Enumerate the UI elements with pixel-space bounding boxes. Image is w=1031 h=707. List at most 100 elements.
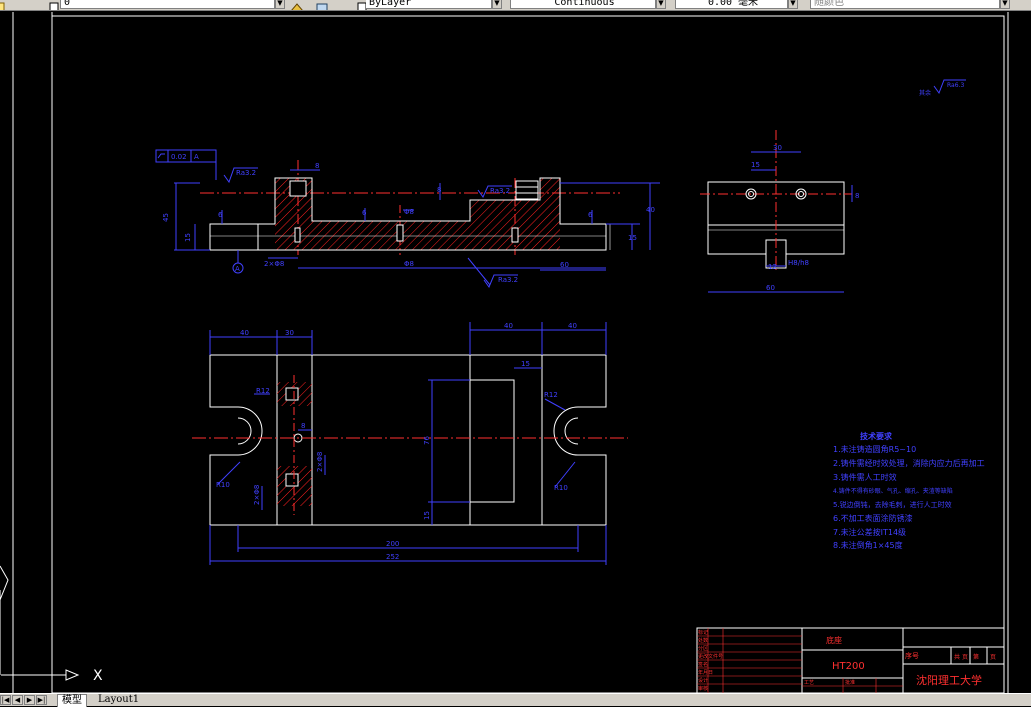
top-dim-2x8-left: 2×Φ8: [253, 485, 261, 505]
top-dim-40-right: 40: [568, 322, 577, 330]
top-view-annotations: 40 30 40 40 15 R12 R12 R10 R10 8 2×Φ8 2×…: [209, 322, 607, 565]
material: HT200: [832, 661, 865, 672]
overall-roughness-symbol: 其余 Ra6.3: [919, 79, 966, 97]
color-dropdown-arrow[interactable]: ▼: [492, 0, 502, 9]
note-4: 4.铸件不得有砂眼、气孔、缩孔、夹渣等缺陷: [833, 487, 953, 495]
layer-state-icon[interactable]: [0, 0, 6, 10]
first-tab-button[interactable]: |◀: [0, 695, 11, 705]
radius-r12-left: R12: [256, 387, 270, 395]
tb-header-1: 共: [954, 653, 960, 661]
last-tab-button[interactable]: ▶|: [36, 695, 47, 705]
dim-15-left: 15: [184, 233, 192, 242]
dim-15-right: 15: [628, 234, 637, 242]
make-current-layer-icon[interactable]: [290, 0, 303, 10]
top-dim-76: 76: [423, 436, 431, 445]
top-dim-252: 252: [386, 553, 399, 561]
overall-roughness-value: Ra6.3: [947, 82, 964, 89]
layer-previous-icon[interactable]: [315, 0, 328, 10]
layer-dropdown-arrow[interactable]: ▼: [275, 0, 285, 9]
flatness-tolerance: 0.02: [171, 153, 187, 161]
radius-r12-right: R12: [544, 391, 558, 399]
model-space-canvas[interactable]: 0.02 A Ra3.2 Ra3.2 Ra3.2 A 45 15 6 8 2×Φ…: [0, 10, 1031, 693]
note-6: 6.不加工表面涂防锈漆: [833, 513, 913, 523]
overall-roughness-label: 其余: [919, 89, 931, 97]
roughness-top: Ra3.2: [236, 169, 256, 177]
side-fit-label: H8/h8: [788, 259, 809, 267]
dim-8-mid: Φ8: [404, 260, 414, 268]
tb-row-label-5: 年月日: [698, 669, 713, 676]
note-5: 5.锐边倒钝，去除毛刺，进行人工时效: [833, 500, 952, 509]
sheet-border: [12, 12, 1009, 693]
dim-60-bottom: 60: [560, 261, 569, 269]
lineweight-dropdown[interactable]: 0.00 毫米: [675, 0, 788, 9]
top-dim-15-bottom: 15: [423, 511, 431, 520]
dim-8-top: 8: [315, 162, 319, 170]
technical-notes: 技术要求 1.未注铸造圆角R5~10 2.铸件需经时效处理，消除内应力后再加工 …: [833, 431, 985, 550]
color-dropdown[interactable]: ByLayer: [366, 0, 492, 9]
roughness-step: Ra3.2: [490, 187, 510, 195]
tb-header-4: 页: [990, 654, 996, 661]
dim-2x8-front: 2×Φ8: [264, 260, 284, 268]
top-dim-30: 30: [285, 329, 294, 337]
tb-row-label-7: 审核: [698, 685, 708, 692]
dim-40-right: 40: [646, 206, 655, 214]
next-tab-button[interactable]: ▶: [24, 695, 35, 705]
dim-phi8-mid: Φ8: [404, 208, 414, 216]
tb-header-2: 页: [962, 654, 968, 661]
dim-6-right: 6: [588, 211, 593, 219]
radius-r10-right: R10: [554, 484, 568, 492]
note-8: 8.未注倒角1×45度: [833, 540, 903, 550]
dim-6-left: 6: [218, 211, 223, 219]
tb-row-label-9: 批准: [845, 679, 855, 686]
roughness-bottom: Ra3.2: [498, 276, 518, 284]
dim-8-right: 8: [437, 186, 441, 194]
tb-row-label-8: 工艺: [804, 680, 814, 686]
dim-height-45: 45: [162, 213, 170, 222]
tb-row-label-1: 处数: [698, 637, 708, 644]
linetype-dropdown[interactable]: Continuous: [510, 0, 656, 9]
radius-r10-left: R10: [216, 481, 230, 489]
note-7: 7.未注公差按IT14级: [833, 527, 906, 537]
side-dim-60: 60: [766, 284, 775, 292]
title-block: 标记 处数 分区 更改文件号 签名 年月日 设计 审核 工艺 批准 序号 共 页…: [696, 627, 1005, 693]
prev-tab-button[interactable]: ◀: [12, 695, 23, 705]
tb-row-label-0: 标记: [698, 629, 708, 636]
notes-title: 技术要求: [860, 431, 893, 441]
tb-header-0: 序号: [905, 651, 919, 660]
top-dim-2x8-right: 2×Φ8: [316, 452, 324, 472]
side-view-annotations: 30 15 8 12 H8/h8 60: [708, 144, 859, 293]
tb-row-label-3: 更改文件号: [698, 653, 723, 660]
school-name: 沈阳理工大学: [916, 673, 982, 687]
top-dim-40-left: 40: [240, 329, 249, 337]
tab-layout1[interactable]: Layout1: [94, 694, 143, 706]
note-2: 2.铸件需经时效处理，消除内应力后再加工: [833, 458, 985, 468]
datum-a-marker: A: [235, 265, 240, 273]
layer-color-swatch-icon: [48, 0, 60, 10]
dim-6-mid: 6: [362, 209, 367, 217]
side-dim-30: 30: [773, 144, 782, 152]
top-dim-8: 8: [301, 422, 305, 430]
linetype-dropdown-arrow[interactable]: ▼: [656, 0, 666, 9]
plotstyle-dropdown-arrow[interactable]: ▼: [1000, 0, 1010, 9]
layout-tabs-bar: |◀ ◀ ▶ ▶| 模型 Layout1: [0, 693, 1031, 707]
tb-header-3: 第: [973, 653, 979, 661]
flatness-datum: A: [194, 153, 199, 161]
side-dim-8: 8: [855, 192, 859, 200]
part-name: 底座: [826, 635, 842, 645]
ucs-x-label: X: [93, 668, 103, 684]
side-dim-15: 15: [751, 161, 760, 169]
top-dim-40-mid: 40: [504, 322, 513, 330]
tb-row-label-2: 分区: [698, 645, 708, 652]
front-view-annotations: 0.02 A Ra3.2 Ra3.2 Ra3.2 A 45 15 6 8 2×Φ…: [155, 149, 660, 289]
plotstyle-dropdown[interactable]: 随颜色: [810, 0, 1000, 9]
side-dim-12: 12: [768, 263, 777, 271]
note-3: 3.铸件需人工时效: [833, 472, 897, 482]
top-dim-15: 15: [521, 360, 530, 368]
tab-model[interactable]: 模型: [57, 694, 87, 707]
tb-row-label-4: 签名: [698, 661, 708, 668]
top-dim-200: 200: [386, 540, 399, 548]
note-1: 1.未注铸造圆角R5~10: [833, 444, 916, 454]
lineweight-dropdown-arrow[interactable]: ▼: [788, 0, 798, 9]
tb-row-label-6: 设计: [698, 677, 708, 684]
layer-dropdown[interactable]: 0: [60, 0, 275, 9]
